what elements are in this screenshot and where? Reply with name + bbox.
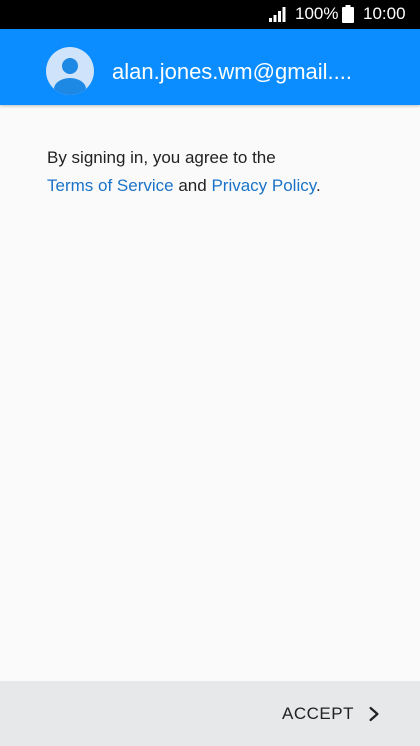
privacy-policy-link[interactable]: Privacy Policy bbox=[211, 176, 316, 195]
accept-label: ACCEPT bbox=[282, 704, 354, 723]
terms-of-service-link[interactable]: Terms of Service bbox=[47, 176, 174, 195]
person-avatar-icon bbox=[46, 47, 94, 95]
account-header: alan.jones.wm@gmail.... bbox=[0, 29, 420, 105]
status-bar: 100% 10:00 bbox=[0, 0, 420, 29]
chevron-right-icon bbox=[369, 706, 379, 722]
accept-button[interactable]: ACCEPT bbox=[282, 699, 380, 729]
consent-text: By signing in, you agree to the Terms of… bbox=[47, 144, 387, 200]
status-time: 10:00 bbox=[363, 4, 406, 23]
consent-intro: By signing in, you agree to the bbox=[47, 148, 276, 167]
consent-and: and bbox=[178, 176, 207, 195]
consent-period: . bbox=[315, 176, 321, 195]
battery-icon bbox=[342, 5, 354, 23]
account-email: alan.jones.wm@gmail.... bbox=[112, 59, 352, 84]
battery-percent: 100% bbox=[295, 4, 339, 23]
screen: 100% 10:00 alan.jones.wm@gmail.... By si… bbox=[0, 0, 420, 746]
signal-icon bbox=[269, 7, 286, 22]
bottom-action-bar: ACCEPT bbox=[0, 681, 420, 746]
